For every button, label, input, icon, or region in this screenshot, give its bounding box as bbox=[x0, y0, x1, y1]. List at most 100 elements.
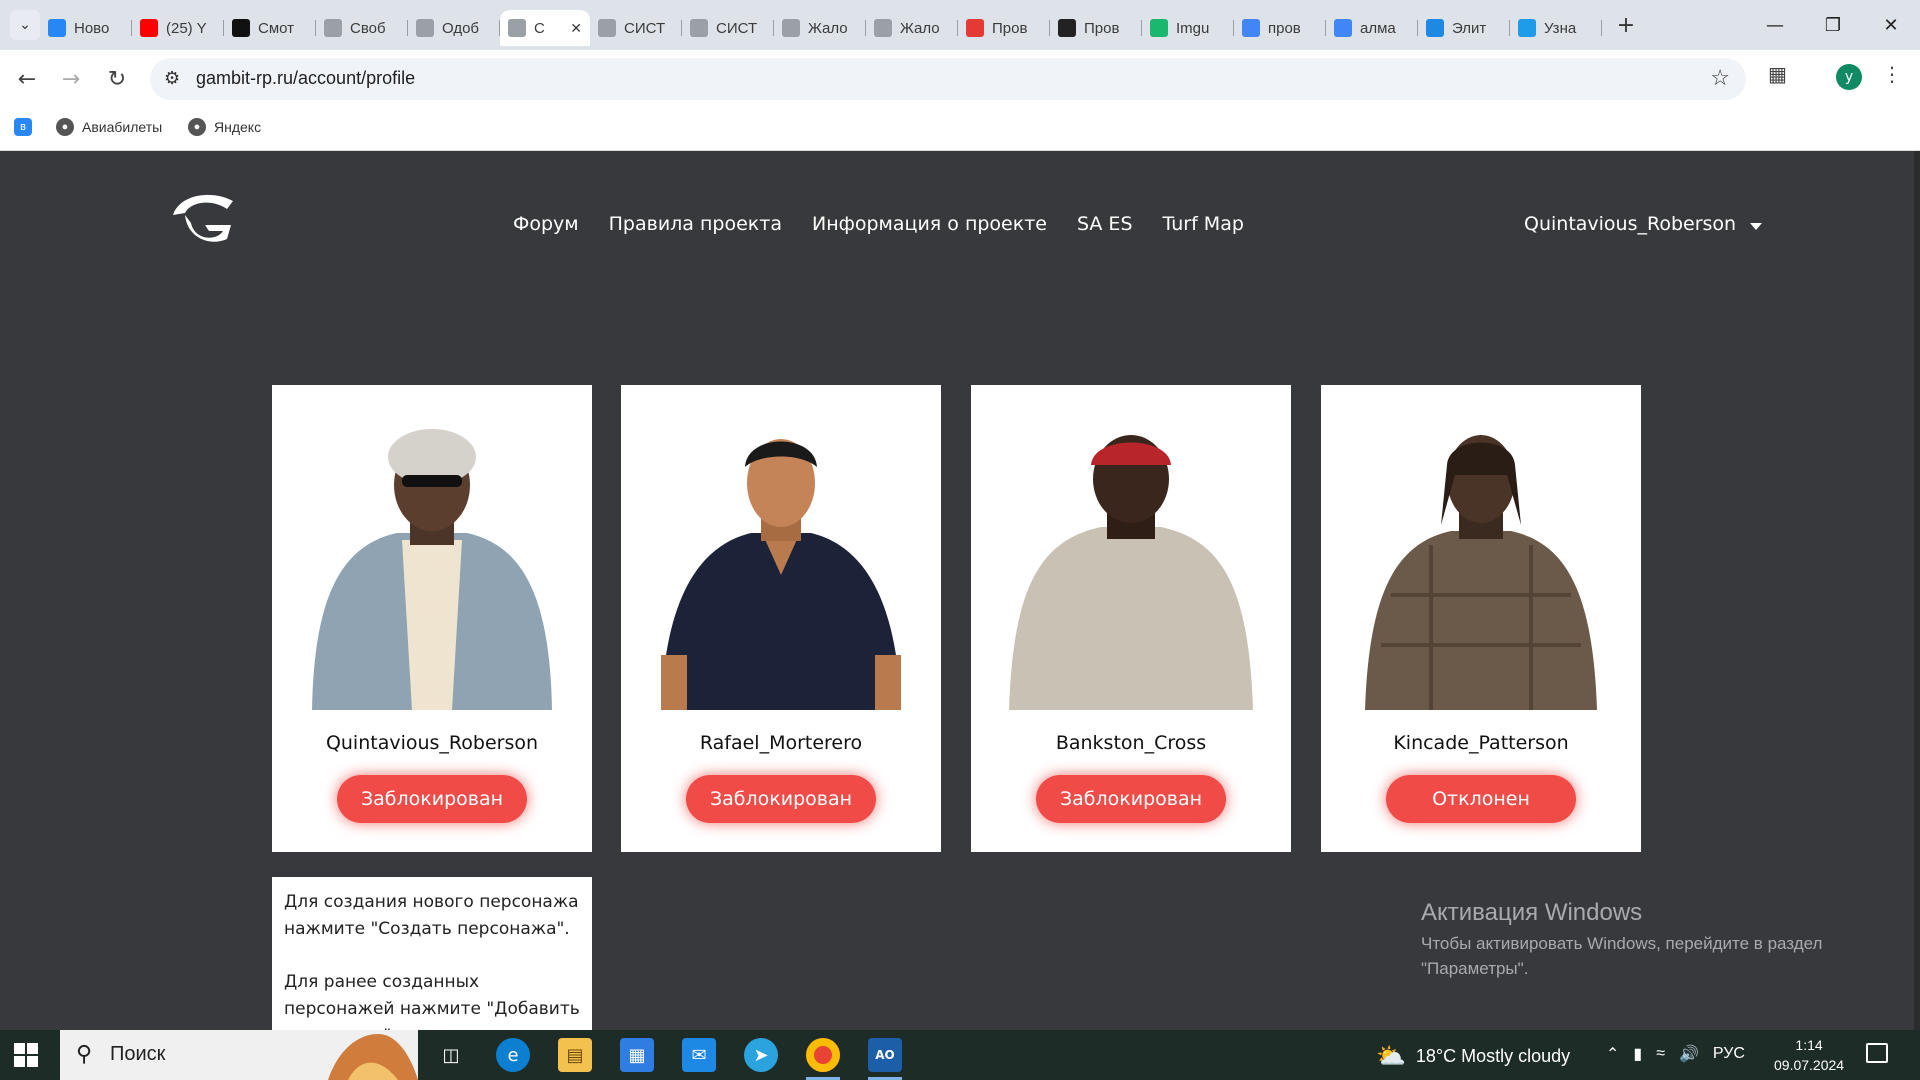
status-button[interactable]: Заблокирован bbox=[337, 775, 527, 823]
browser-tab[interactable]: Смот bbox=[224, 10, 316, 46]
browser-tab[interactable]: алма bbox=[1326, 10, 1418, 46]
task-view-icon[interactable]: ◫ bbox=[434, 1038, 468, 1072]
menu-icon[interactable]: ⋮ bbox=[1882, 62, 1902, 86]
bookmark-aviabilety[interactable]: ● Авиабилеты bbox=[56, 118, 162, 136]
url-text[interactable]: gambit-rp.ru/account/profile bbox=[196, 68, 415, 89]
tab-title: Элит bbox=[1452, 19, 1487, 37]
status-button[interactable]: Заблокирован bbox=[1036, 775, 1226, 823]
nav-forum[interactable]: Форум bbox=[513, 213, 579, 235]
tab-title: Одоб bbox=[442, 19, 480, 37]
search-icon: ⚲ bbox=[76, 1042, 93, 1067]
browser-tab[interactable]: Жало bbox=[774, 10, 866, 46]
username: Quintavious_Roberson bbox=[1524, 213, 1737, 235]
vk-icon: в bbox=[14, 118, 32, 136]
nav-turf-map[interactable]: Turf Map bbox=[1163, 213, 1244, 235]
gambit-icon bbox=[874, 19, 892, 37]
edge-icon[interactable]: e bbox=[496, 1038, 530, 1072]
character-card: Quintavious_Roberson Заблокирован bbox=[272, 385, 592, 852]
browser-tab[interactable]: Жало bbox=[866, 10, 958, 46]
info-card: Для создания нового персонажа нажмите "С… bbox=[272, 877, 592, 1046]
character-card: Bankston_Cross Заблокирован bbox=[971, 385, 1291, 852]
tab-title: Узна bbox=[1544, 19, 1577, 37]
bookmark-yandex[interactable]: ● Яндекс bbox=[188, 118, 261, 136]
chevron-up-icon[interactable]: ⌃ bbox=[1606, 1044, 1619, 1064]
nav-project-info[interactable]: Информация о проекте bbox=[812, 213, 1047, 235]
browser-tab[interactable]: СИСТ bbox=[590, 10, 682, 46]
vk-icon bbox=[48, 19, 66, 37]
notifications-icon[interactable] bbox=[1866, 1043, 1888, 1063]
close-tab-icon[interactable]: ✕ bbox=[570, 20, 582, 37]
chrome-icon[interactable] bbox=[806, 1038, 840, 1080]
browser-tab[interactable]: Ново bbox=[40, 10, 132, 46]
user-menu[interactable]: Quintavious_Roberson bbox=[1524, 213, 1763, 235]
browser-tab[interactable]: Imgu bbox=[1142, 10, 1234, 46]
tab-title: С bbox=[534, 19, 545, 37]
ut-icon bbox=[1058, 19, 1076, 37]
clock-time: 1:14 bbox=[1795, 1037, 1823, 1053]
bookmark-star-icon[interactable]: ☆ bbox=[1710, 66, 1730, 91]
watermark-line2: "Параметры". bbox=[1421, 959, 1529, 978]
reload-button[interactable]: ↻ bbox=[100, 62, 134, 96]
weather-text: 18°C Mostly cloudy bbox=[1415, 1046, 1571, 1066]
edge-icon bbox=[1426, 19, 1444, 37]
extensions-icon[interactable]: ▦ bbox=[1768, 62, 1787, 86]
browser-tab[interactable]: С ✕ bbox=[500, 10, 590, 46]
ao-tennis-icon[interactable]: AO bbox=[868, 1038, 902, 1080]
character-portrait bbox=[661, 439, 901, 710]
profile-avatar[interactable]: y bbox=[1836, 64, 1862, 90]
file-explorer-icon[interactable]: ▤ bbox=[558, 1038, 592, 1072]
bookmark-vk[interactable]: в bbox=[14, 118, 40, 136]
browser-tab[interactable]: пров bbox=[1234, 10, 1326, 46]
character-name: Kincade_Patterson bbox=[1393, 732, 1569, 754]
wifi-icon[interactable]: ≈ bbox=[1656, 1045, 1665, 1063]
character-portrait bbox=[312, 429, 552, 710]
tab-search-button[interactable]: ⌄ bbox=[10, 10, 40, 40]
back-button[interactable]: ← bbox=[10, 62, 44, 96]
browser-tab[interactable]: Одоб bbox=[408, 10, 500, 46]
windows-start-icon[interactable] bbox=[14, 1043, 38, 1067]
browser-tab[interactable]: Узна bbox=[1510, 10, 1602, 46]
gambit-logo[interactable] bbox=[165, 185, 237, 257]
character-portrait bbox=[1365, 435, 1597, 710]
browser-tab[interactable]: (25) Y bbox=[132, 10, 224, 46]
browser-tab[interactable]: Пров bbox=[958, 10, 1050, 46]
character-portrait bbox=[1009, 435, 1253, 710]
new-tab-button[interactable]: + bbox=[1610, 9, 1642, 41]
site-info-icon[interactable]: ⚙ bbox=[164, 68, 180, 89]
character-name: Bankston_Cross bbox=[1055, 732, 1207, 754]
forward-button[interactable]: → bbox=[54, 62, 88, 96]
browser-tab[interactable]: Элит bbox=[1418, 10, 1510, 46]
gambit-icon bbox=[508, 19, 526, 37]
browser-toolbar: ← → ↻ ⚙ gambit-rp.ru/account/profile ☆ ▦… bbox=[0, 50, 1920, 108]
close-window-icon[interactable]: ✕ bbox=[1862, 0, 1920, 50]
telegram-icon[interactable]: ➤ bbox=[744, 1038, 778, 1072]
search-highlight-image bbox=[328, 1034, 418, 1080]
taskbar-search[interactable]: ⚲ Поиск bbox=[60, 1030, 418, 1080]
language-indicator[interactable]: РУС bbox=[1713, 1045, 1745, 1063]
nav-rules[interactable]: Правила проекта bbox=[609, 213, 782, 235]
address-bar[interactable]: ⚙ gambit-rp.ru/account/profile ☆ bbox=[150, 58, 1746, 100]
bookmark-label: Авиабилеты bbox=[82, 119, 163, 135]
browser-tab[interactable]: СИСТ bbox=[682, 10, 774, 46]
tab-title: Смот bbox=[258, 19, 295, 37]
search-placeholder: Поиск bbox=[110, 1043, 166, 1065]
tab-title: алма bbox=[1360, 19, 1396, 37]
google-icon bbox=[1242, 19, 1260, 37]
browser-tab[interactable]: Своб bbox=[316, 10, 408, 46]
nav-sa-es[interactable]: SA ES bbox=[1077, 213, 1133, 235]
clock[interactable]: 1:14 09.07.2024 bbox=[1774, 1035, 1844, 1075]
mail-icon[interactable]: ✉ bbox=[682, 1038, 716, 1072]
system-tray: ⌃ ▮ ≈ 🔊 РУС bbox=[1606, 1044, 1745, 1064]
minimize-icon[interactable]: — bbox=[1746, 0, 1804, 50]
browser-tab[interactable]: Пров bbox=[1050, 10, 1142, 46]
google-icon bbox=[1334, 19, 1352, 37]
restore-icon[interactable]: ❐ bbox=[1804, 0, 1862, 50]
weather-widget[interactable]: ⛅ 18°C Mostly cloudy bbox=[1376, 1042, 1570, 1071]
status-button[interactable]: Заблокирован bbox=[686, 775, 876, 823]
tab-title: Пров bbox=[992, 19, 1028, 37]
page-scrollbar[interactable] bbox=[1914, 151, 1920, 1030]
battery-icon[interactable]: ▮ bbox=[1633, 1044, 1642, 1064]
store-icon[interactable]: ▦ bbox=[620, 1038, 654, 1072]
volume-icon[interactable]: 🔊 bbox=[1679, 1044, 1699, 1064]
status-button[interactable]: Отклонен bbox=[1386, 775, 1576, 823]
